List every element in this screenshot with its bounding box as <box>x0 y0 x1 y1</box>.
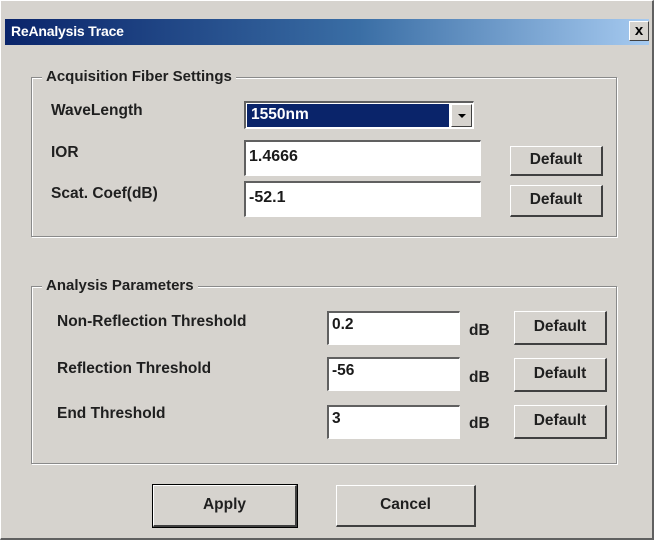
end-threshold-input[interactable]: 3 <box>327 405 460 439</box>
reflection-threshold-unit: dB <box>469 369 490 386</box>
non-reflection-threshold-unit: dB <box>469 322 490 339</box>
ior-default-button[interactable]: Default <box>510 146 603 176</box>
acquisition-group-title: Acquisition Fiber Settings <box>42 68 236 85</box>
non-reflection-threshold-label: Non-Reflection Threshold <box>57 313 247 330</box>
chevron-down-icon[interactable] <box>451 104 472 127</box>
end-threshold-label: End Threshold <box>57 405 166 422</box>
end-threshold-default-button[interactable]: Default <box>514 405 607 439</box>
wavelength-selected-value: 1550nm <box>247 104 449 127</box>
ior-input[interactable]: 1.4666 <box>244 140 481 176</box>
non-reflection-threshold-default-button[interactable]: Default <box>514 311 607 345</box>
non-reflection-threshold-input[interactable]: 0.2 <box>327 311 460 345</box>
close-button[interactable]: x <box>629 21 649 41</box>
window-title: ReAnalysis Trace <box>11 23 124 39</box>
wavelength-label: WaveLength <box>51 102 143 119</box>
scat-coef-input[interactable]: -52.1 <box>244 181 481 217</box>
wavelength-select[interactable]: 1550nm <box>244 101 474 129</box>
scat-coef-default-button[interactable]: Default <box>510 185 603 217</box>
title-bar[interactable]: ReAnalysis Trace x <box>5 19 649 45</box>
ior-label: IOR <box>51 144 79 161</box>
analysis-group-title: Analysis Parameters <box>42 277 198 294</box>
end-threshold-unit: dB <box>469 415 490 432</box>
apply-button[interactable]: Apply <box>152 484 298 528</box>
reanalysis-trace-dialog: ReAnalysis Trace x Acquisition Fiber Set… <box>0 0 654 540</box>
reflection-threshold-input[interactable]: -56 <box>327 357 460 391</box>
reflection-threshold-default-button[interactable]: Default <box>514 358 607 392</box>
cancel-button[interactable]: Cancel <box>336 485 476 527</box>
scat-coef-label: Scat. Coef(dB) <box>51 185 158 202</box>
reflection-threshold-label: Reflection Threshold <box>57 360 212 377</box>
close-icon: x <box>634 22 644 39</box>
